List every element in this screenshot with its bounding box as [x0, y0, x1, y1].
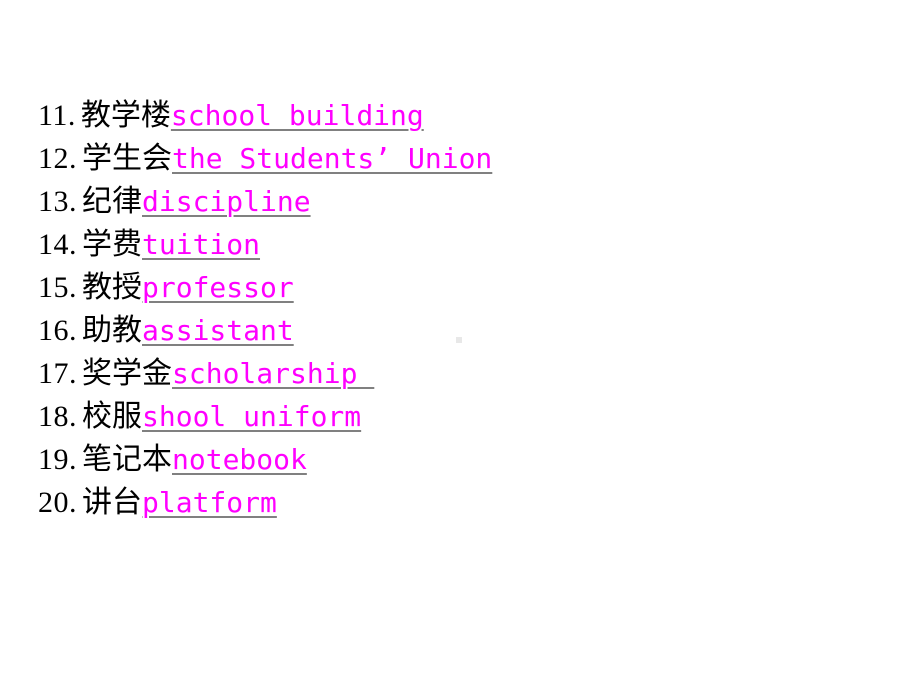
item-english-translation: shool uniform: [142, 400, 362, 433]
slide-canvas: 11. 教学楼school building 12. 学生会the Students…: [0, 0, 920, 690]
item-chinese-term: 助教: [82, 313, 142, 348]
list-item: 12. 学生会the Students’ Union: [38, 137, 492, 180]
item-chinese-term: 奖学金: [82, 356, 172, 391]
item-english-translation: discipline: [142, 185, 311, 218]
item-number: 12.: [38, 142, 77, 175]
item-chinese-term: 纪律: [82, 184, 142, 219]
item-number: 20.: [38, 486, 77, 519]
item-english-translation: platform: [142, 486, 277, 519]
item-number: 11.: [38, 99, 76, 132]
item-number: 14.: [38, 228, 77, 261]
list-item: 18. 校服shool uniform: [38, 395, 492, 438]
list-item: 13. 纪律discipline: [38, 180, 492, 223]
list-item: 19. 笔记本notebook: [38, 438, 492, 481]
list-item: 16. 助教assistant: [38, 309, 492, 352]
item-chinese-term: 笔记本: [82, 442, 172, 477]
item-chinese-term: 教授: [82, 270, 142, 305]
item-chinese-term: 学费: [82, 227, 142, 262]
item-english-translation: professor: [142, 271, 294, 304]
list-item: 14. 学费tuition: [38, 223, 492, 266]
item-chinese-term: 学生会: [82, 141, 172, 176]
item-number: 18.: [38, 400, 77, 433]
item-chinese-term: 校服: [82, 399, 142, 434]
list-item: 20. 讲台platform: [38, 481, 492, 524]
item-english-translation: school building: [170, 99, 424, 132]
item-english-translation: the Students’ Union: [172, 142, 493, 175]
vocabulary-list: 11. 教学楼school building 12. 学生会the Students…: [38, 94, 492, 524]
item-chinese-term: 讲台: [82, 485, 142, 520]
list-item: 11. 教学楼school building: [38, 94, 492, 137]
stray-mark-artifact: [456, 337, 462, 343]
item-number: 19.: [38, 443, 77, 476]
item-english-translation: scholarship: [172, 357, 375, 390]
list-item: 17. 奖学金scholarship: [38, 352, 492, 395]
item-number: 15.: [38, 271, 77, 304]
item-chinese-term: 教学楼: [80, 98, 171, 133]
item-english-translation: notebook: [172, 443, 307, 476]
item-english-translation: tuition: [142, 228, 261, 261]
list-item: 15. 教授professor: [38, 266, 492, 309]
item-number: 16.: [38, 314, 77, 347]
item-number: 13.: [38, 185, 77, 218]
item-number: 17.: [38, 357, 77, 390]
item-english-translation: assistant: [142, 314, 294, 347]
